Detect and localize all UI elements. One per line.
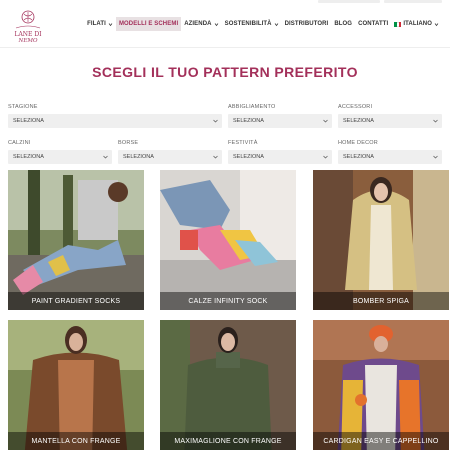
nav-item-modelli-e-schemi[interactable]: MODELLI E SCHEMI	[115, 17, 182, 31]
nav-label-blog: BLOG	[334, 21, 353, 27]
page-title: SCEGLI IL TUO PATTERN PREFERITO	[92, 64, 358, 80]
chevron-down-icon	[103, 155, 108, 159]
chevron-down-icon	[214, 22, 218, 26]
pattern-title: MANTELLA CON FRANGE	[8, 432, 144, 450]
pattern-card[interactable]: PAINT GRADIENT SOCKS	[8, 170, 144, 310]
filter-label: BORSE	[118, 140, 139, 146]
filter-label: ABBIGLIAMENTO	[228, 104, 276, 110]
main-nav: FILATI MODELLI E SCHEMI AZIENDA SOSTENIB…	[84, 16, 442, 32]
filter-value: SELEZIONA	[343, 118, 374, 124]
pattern-card[interactable]: CALZE INFINITY SOCK	[160, 170, 296, 310]
filter-label: CALZINI	[8, 140, 31, 146]
language-label: ITALIANO	[403, 21, 432, 27]
pattern-title: CARDIGAN EASY E CAPPELLINO	[313, 432, 449, 450]
filter-value: SELEZIONA	[343, 154, 374, 160]
filter-festivita-select[interactable]: SELEZIONA	[228, 150, 332, 164]
pattern-photo	[8, 170, 144, 310]
pattern-title: MAXIMAGLIONE CON FRANGE	[160, 432, 296, 450]
brand-logo[interactable]: LANE DI NEMO	[10, 8, 46, 46]
pattern-photo	[160, 170, 296, 310]
filter-label: HOME DECOR	[338, 140, 378, 146]
svg-text:LANE DI: LANE DI	[14, 31, 42, 38]
chevron-down-icon	[274, 22, 278, 26]
pattern-card[interactable]: BOMBER SPIGA	[313, 170, 449, 310]
nav-label-contatti: CONTATTI	[358, 21, 389, 27]
filter-stagione-select[interactable]: SELEZIONA	[8, 114, 222, 128]
filter-borse-select[interactable]: SELEZIONA	[118, 150, 222, 164]
pattern-card[interactable]: CARDIGAN EASY E CAPPELLINO	[313, 320, 449, 450]
nav-item-sostenibilita[interactable]: SOSTENIBILITÀ	[222, 17, 282, 31]
pattern-photo	[313, 170, 449, 310]
chevron-down-icon	[434, 22, 439, 26]
filter-calzini-select[interactable]: SELEZIONA	[8, 150, 112, 164]
filter-abbigliamento: ABBIGLIAMENTO SELEZIONA	[228, 104, 332, 128]
nav-label-sostenibilita: SOSTENIBILITÀ	[224, 21, 272, 27]
pattern-photo	[313, 320, 449, 450]
top-cart-bar[interactable]	[384, 0, 442, 3]
nav-item-distributori[interactable]: DISTRIBUTORI	[282, 17, 332, 31]
filter-value: SELEZIONA	[233, 154, 264, 160]
chevron-down-icon	[433, 119, 438, 123]
pattern-title: PAINT GRADIENT SOCKS	[8, 292, 144, 310]
pattern-card[interactable]: MANTELLA CON FRANGE	[8, 320, 144, 450]
chevron-down-icon	[323, 155, 328, 159]
nav-label-modelli: MODELLI E SCHEMI	[118, 21, 179, 27]
filter-accessori: ACCESSORI SELEZIONA	[338, 104, 442, 128]
filter-calzini: CALZINI SELEZIONA	[8, 140, 112, 164]
chevron-down-icon	[213, 155, 218, 159]
filter-label: ACCESSORI	[338, 104, 373, 110]
svg-text:NEMO: NEMO	[18, 38, 38, 44]
nav-item-azienda[interactable]: AZIENDA	[181, 17, 221, 31]
filter-home-decor-select[interactable]: SELEZIONA	[338, 150, 442, 164]
filter-borse: BORSE SELEZIONA	[118, 140, 222, 164]
filter-value: SELEZIONA	[233, 118, 264, 124]
chevron-down-icon	[323, 119, 328, 123]
filter-value: SELEZIONA	[13, 154, 44, 160]
filter-abbigliamento-select[interactable]: SELEZIONA	[228, 114, 332, 128]
filter-label: FESTIVITÀ	[228, 140, 258, 146]
pattern-photo	[8, 320, 144, 450]
nav-label-azienda: AZIENDA	[184, 21, 212, 27]
italy-flag-icon	[394, 21, 402, 27]
nav-item-blog[interactable]: BLOG	[331, 17, 355, 31]
site-header: LANE DI NEMO FILATI MODELLI E SCHEMI AZI…	[0, 4, 450, 48]
chevron-down-icon	[108, 22, 113, 26]
pattern-photo	[160, 320, 296, 450]
chevron-down-icon	[433, 155, 438, 159]
nav-item-filati[interactable]: FILATI	[84, 17, 116, 31]
filter-home-decor: HOME DECOR SELEZIONA	[338, 140, 442, 164]
filter-accessori-select[interactable]: SELEZIONA	[338, 114, 442, 128]
filter-value: SELEZIONA	[123, 154, 154, 160]
filter-stagione: STAGIONE SELEZIONA	[8, 104, 222, 128]
nav-item-contatti[interactable]: CONTATTI	[355, 17, 391, 31]
nav-label-distributori: DISTRIBUTORI	[284, 21, 329, 27]
nav-label-filati: FILATI	[87, 21, 106, 27]
pattern-title: BOMBER SPIGA	[313, 292, 449, 310]
pattern-card[interactable]: MAXIMAGLIONE CON FRANGE	[160, 320, 296, 450]
language-selector[interactable]: ITALIANO	[391, 17, 442, 31]
top-search-bar[interactable]	[318, 0, 380, 3]
pattern-title: CALZE INFINITY SOCK	[160, 292, 296, 310]
filter-festivita: FESTIVITÀ SELEZIONA	[228, 140, 332, 164]
chevron-down-icon	[213, 119, 218, 123]
filter-label: STAGIONE	[8, 104, 38, 110]
filter-value: SELEZIONA	[13, 118, 44, 124]
